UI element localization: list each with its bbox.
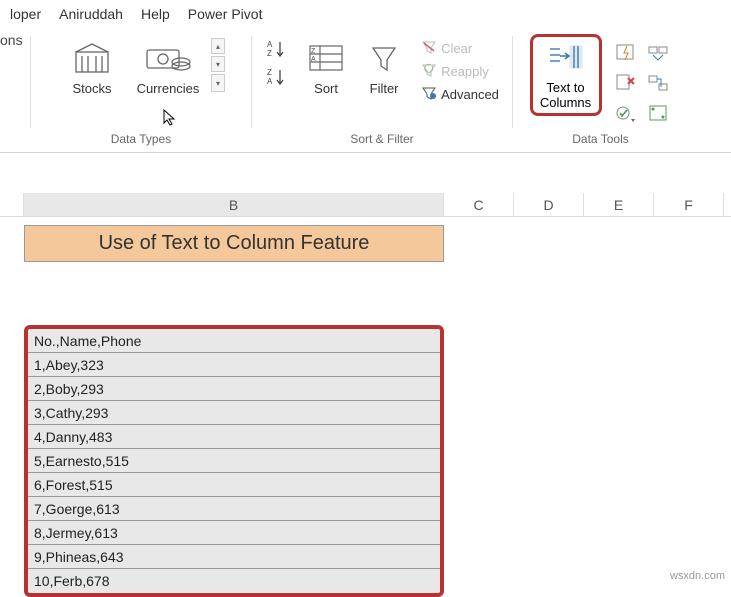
flash-fill-icon[interactable] [612, 40, 640, 66]
text-to-columns-label-1: Text to [546, 81, 584, 96]
currencies-label: Currencies [137, 82, 200, 97]
spinner-down-icon[interactable]: ▾ [211, 56, 225, 72]
data-row[interactable]: 5,Earnesto,515 [28, 449, 440, 473]
stocks-label: Stocks [72, 82, 111, 97]
advanced-button[interactable]: Advanced [421, 84, 499, 104]
sort-label: Sort [314, 82, 338, 97]
manage-data-model-icon[interactable] [644, 100, 672, 126]
text-to-columns-icon [546, 43, 586, 77]
selected-data-range[interactable]: No.,Name,Phone 1,Abey,323 2,Boby,293 3,C… [24, 325, 444, 597]
menu-aniruddah[interactable]: Aniruddah [59, 2, 123, 26]
menu-developer[interactable]: loper [10, 2, 41, 26]
col-header-B[interactable]: B [24, 193, 444, 216]
data-types-group-label: Data Types [39, 128, 243, 152]
stocks-button[interactable]: Stocks [57, 34, 127, 103]
ribbon-left-fragment: ons [0, 28, 30, 152]
ribbon-group-data-tools: Text to Columns Data Tools [513, 28, 688, 152]
sort-icon: ZA [308, 40, 344, 78]
title-cell[interactable]: Use of Text to Column Feature [24, 225, 444, 262]
data-row[interactable]: 6,Forest,515 [28, 473, 440, 497]
spinner-up-icon[interactable]: ▴ [211, 38, 225, 54]
menu-bar: loper Aniruddah Help Power Pivot [0, 0, 731, 28]
clear-label: Clear [441, 41, 472, 56]
column-headers: B C D E F [0, 193, 731, 217]
watermark: wsxdn.com [670, 570, 725, 582]
data-row[interactable]: No.,Name,Phone [28, 329, 440, 353]
currencies-icon [143, 40, 193, 78]
svg-text:Z: Z [267, 68, 272, 77]
data-types-spinner: ▴ ▾ ▾ [211, 34, 225, 92]
stocks-icon [70, 40, 114, 78]
col-header-D[interactable]: D [514, 193, 584, 216]
sort-za-button[interactable]: ZA [265, 66, 289, 88]
reapply-label: Reapply [441, 64, 489, 79]
reapply-button[interactable]: Reapply [421, 61, 499, 81]
ribbon: ons Stocks Currencies ▴ ▾ ▾ Data Typ [0, 28, 731, 153]
col-header-C[interactable]: C [444, 193, 514, 216]
data-row[interactable]: 8,Jermey,613 [28, 521, 440, 545]
svg-text:A: A [311, 56, 316, 63]
relationships-icon[interactable] [644, 70, 672, 96]
data-row[interactable]: 10,Ferb,678 [28, 569, 440, 593]
svg-text:Z: Z [311, 48, 316, 55]
clear-icon [421, 40, 437, 57]
advanced-label: Advanced [441, 87, 499, 102]
data-validation-icon[interactable] [612, 100, 640, 126]
reapply-icon [421, 63, 437, 80]
data-row[interactable]: 1,Abey,323 [28, 353, 440, 377]
data-row[interactable]: 3,Cathy,293 [28, 401, 440, 425]
svg-text:A: A [267, 77, 273, 86]
data-row[interactable]: 4,Danny,483 [28, 425, 440, 449]
menu-power-pivot[interactable]: Power Pivot [188, 2, 263, 26]
ribbon-group-data-types: Stocks Currencies ▴ ▾ ▾ Data Types [31, 28, 251, 152]
spinner-more-icon[interactable]: ▾ [211, 74, 225, 92]
menu-help[interactable]: Help [141, 2, 170, 26]
sort-button[interactable]: ZA Sort [299, 34, 353, 103]
svg-text:A: A [267, 40, 273, 49]
filter-icon [369, 40, 399, 78]
ribbon-group-sort-filter: AZ ZA ZA Sort Filter [252, 28, 512, 152]
filter-button[interactable]: Filter [359, 34, 409, 103]
text-to-columns-button[interactable]: Text to Columns [530, 34, 602, 116]
remove-duplicates-icon[interactable] [612, 70, 640, 96]
spreadsheet: B C D E F Use of Text to Column Feature … [0, 153, 731, 262]
data-row[interactable]: 7,Goerge,613 [28, 497, 440, 521]
col-header-E[interactable]: E [584, 193, 654, 216]
filter-label: Filter [370, 82, 399, 97]
currencies-button[interactable]: Currencies [133, 34, 203, 103]
col-header-F[interactable]: F [654, 193, 724, 216]
consolidate-icon[interactable] [644, 40, 672, 66]
svg-text:Z: Z [267, 49, 272, 58]
sort-filter-group-label: Sort & Filter [260, 128, 504, 152]
advanced-icon [421, 86, 437, 103]
data-row[interactable]: 2,Boby,293 [28, 377, 440, 401]
sort-az-button[interactable]: AZ [265, 38, 289, 60]
text-to-columns-label-2: Columns [540, 96, 591, 111]
data-tools-group-label: Data Tools [521, 128, 680, 152]
data-row[interactable]: 9,Phineas,643 [28, 545, 440, 569]
grid-area[interactable]: Use of Text to Column Feature No.,Name,P… [0, 225, 731, 262]
clear-button[interactable]: Clear [421, 38, 499, 58]
